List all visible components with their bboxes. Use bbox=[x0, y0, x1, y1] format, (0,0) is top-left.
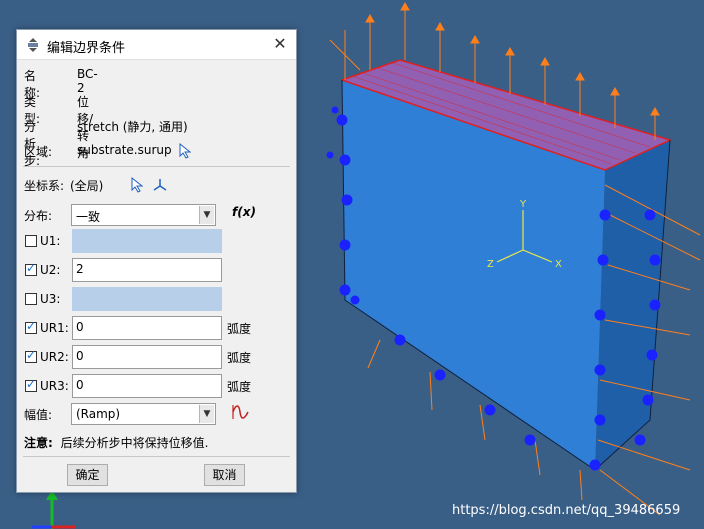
amplitude-label: 幅值: bbox=[24, 408, 53, 422]
checkmark-icon: ✓ bbox=[26, 377, 37, 391]
dof-checkbox[interactable]: ✓ bbox=[25, 319, 37, 334]
dof-value-field[interactable]: 2 bbox=[72, 258, 222, 282]
dof-checkbox[interactable]: ✓ bbox=[25, 348, 37, 363]
csys-label: 坐标系: bbox=[24, 179, 65, 193]
dof-label: UR1: bbox=[40, 321, 69, 335]
note-label: 注意: bbox=[24, 436, 53, 450]
cancel-button[interactable]: 取消 bbox=[204, 464, 245, 486]
select-csys-cursor-icon[interactable] bbox=[131, 177, 143, 193]
region-value: substrate.surup bbox=[77, 143, 172, 157]
close-icon[interactable]: ✕ bbox=[270, 34, 290, 54]
view-triad-icon bbox=[32, 490, 75, 529]
note-row: 注意: 后续分析步中将保持位移值. bbox=[24, 434, 294, 451]
dof-row: ✓ U2: 2 bbox=[24, 258, 274, 282]
dof-checkbox[interactable] bbox=[25, 235, 37, 247]
select-region-cursor-icon[interactable] bbox=[179, 143, 191, 159]
watermark-text: https://blog.csdn.net/qq_39486659 bbox=[452, 503, 680, 518]
dof-row: ✓ UR1: 0 弧度 bbox=[24, 316, 274, 340]
dof-label: U2: bbox=[40, 263, 61, 277]
name-value: BC-2 bbox=[77, 67, 98, 95]
amplitude-value: (Ramp) bbox=[76, 407, 121, 421]
triad-x-label: X bbox=[555, 259, 562, 270]
separator bbox=[23, 456, 290, 457]
dialog-titlebar[interactable]: 编辑边界条件 ✕ bbox=[17, 30, 296, 60]
dof-label: UR2: bbox=[40, 350, 69, 364]
dof-value-field[interactable]: 0 bbox=[72, 316, 222, 340]
dof-unit-label: 弧度 bbox=[227, 322, 252, 336]
step-value: stretch (静力, 通用) bbox=[77, 120, 188, 134]
create-amplitude-icon[interactable] bbox=[230, 403, 250, 421]
chevron-down-icon: ▼ bbox=[199, 405, 214, 423]
distribution-value: 一致 bbox=[76, 210, 101, 224]
distribution-select[interactable]: 一致 ▼ bbox=[71, 204, 216, 226]
dialog-title: 编辑边界条件 bbox=[47, 41, 126, 56]
boundary-condition-icon bbox=[28, 38, 38, 52]
dof-row: ✓ UR3: 0 弧度 bbox=[24, 374, 274, 398]
dof-row: U3: bbox=[24, 287, 274, 311]
region-label: 区域: bbox=[24, 145, 53, 159]
dof-value-field[interactable] bbox=[72, 287, 222, 311]
separator bbox=[23, 166, 290, 167]
dof-label: UR3: bbox=[40, 379, 69, 393]
dof-label: U3: bbox=[40, 292, 61, 306]
dof-value-field[interactable]: 0 bbox=[72, 345, 222, 369]
dof-checkbox[interactable]: ✓ bbox=[25, 261, 37, 276]
fx-button[interactable]: f(x) bbox=[232, 205, 256, 219]
ok-button[interactable]: 确定 bbox=[67, 464, 108, 486]
checkmark-icon: ✓ bbox=[26, 319, 37, 333]
dof-checkbox[interactable]: ✓ bbox=[25, 377, 37, 392]
chevron-down-icon: ▼ bbox=[199, 206, 214, 224]
csys-value: (全局) bbox=[70, 179, 104, 193]
dof-value-field[interactable]: 0 bbox=[72, 374, 222, 398]
amplitude-select[interactable]: (Ramp) ▼ bbox=[71, 403, 216, 425]
edit-boundary-condition-dialog: 编辑边界条件 ✕ 名称: BC-2 类型: 位移/转角 分析步: stretch… bbox=[16, 29, 297, 493]
dof-checkbox[interactable] bbox=[25, 293, 37, 305]
dof-unit-label: 弧度 bbox=[227, 351, 252, 365]
dof-row: ✓ UR2: 0 弧度 bbox=[24, 345, 274, 369]
dof-row: U1: bbox=[24, 229, 274, 253]
create-csys-icon[interactable] bbox=[152, 177, 168, 193]
dof-label: U1: bbox=[40, 234, 61, 248]
checkmark-icon: ✓ bbox=[26, 348, 37, 362]
dof-unit-label: 弧度 bbox=[227, 380, 252, 394]
distribution-label: 分布: bbox=[24, 209, 53, 223]
triad-z-label: Z bbox=[487, 259, 494, 270]
checkmark-icon: ✓ bbox=[26, 261, 37, 275]
dof-value-field[interactable] bbox=[72, 229, 222, 253]
note-text: 后续分析步中将保持位移值. bbox=[60, 436, 209, 450]
triad-y-label: Y bbox=[519, 199, 527, 210]
